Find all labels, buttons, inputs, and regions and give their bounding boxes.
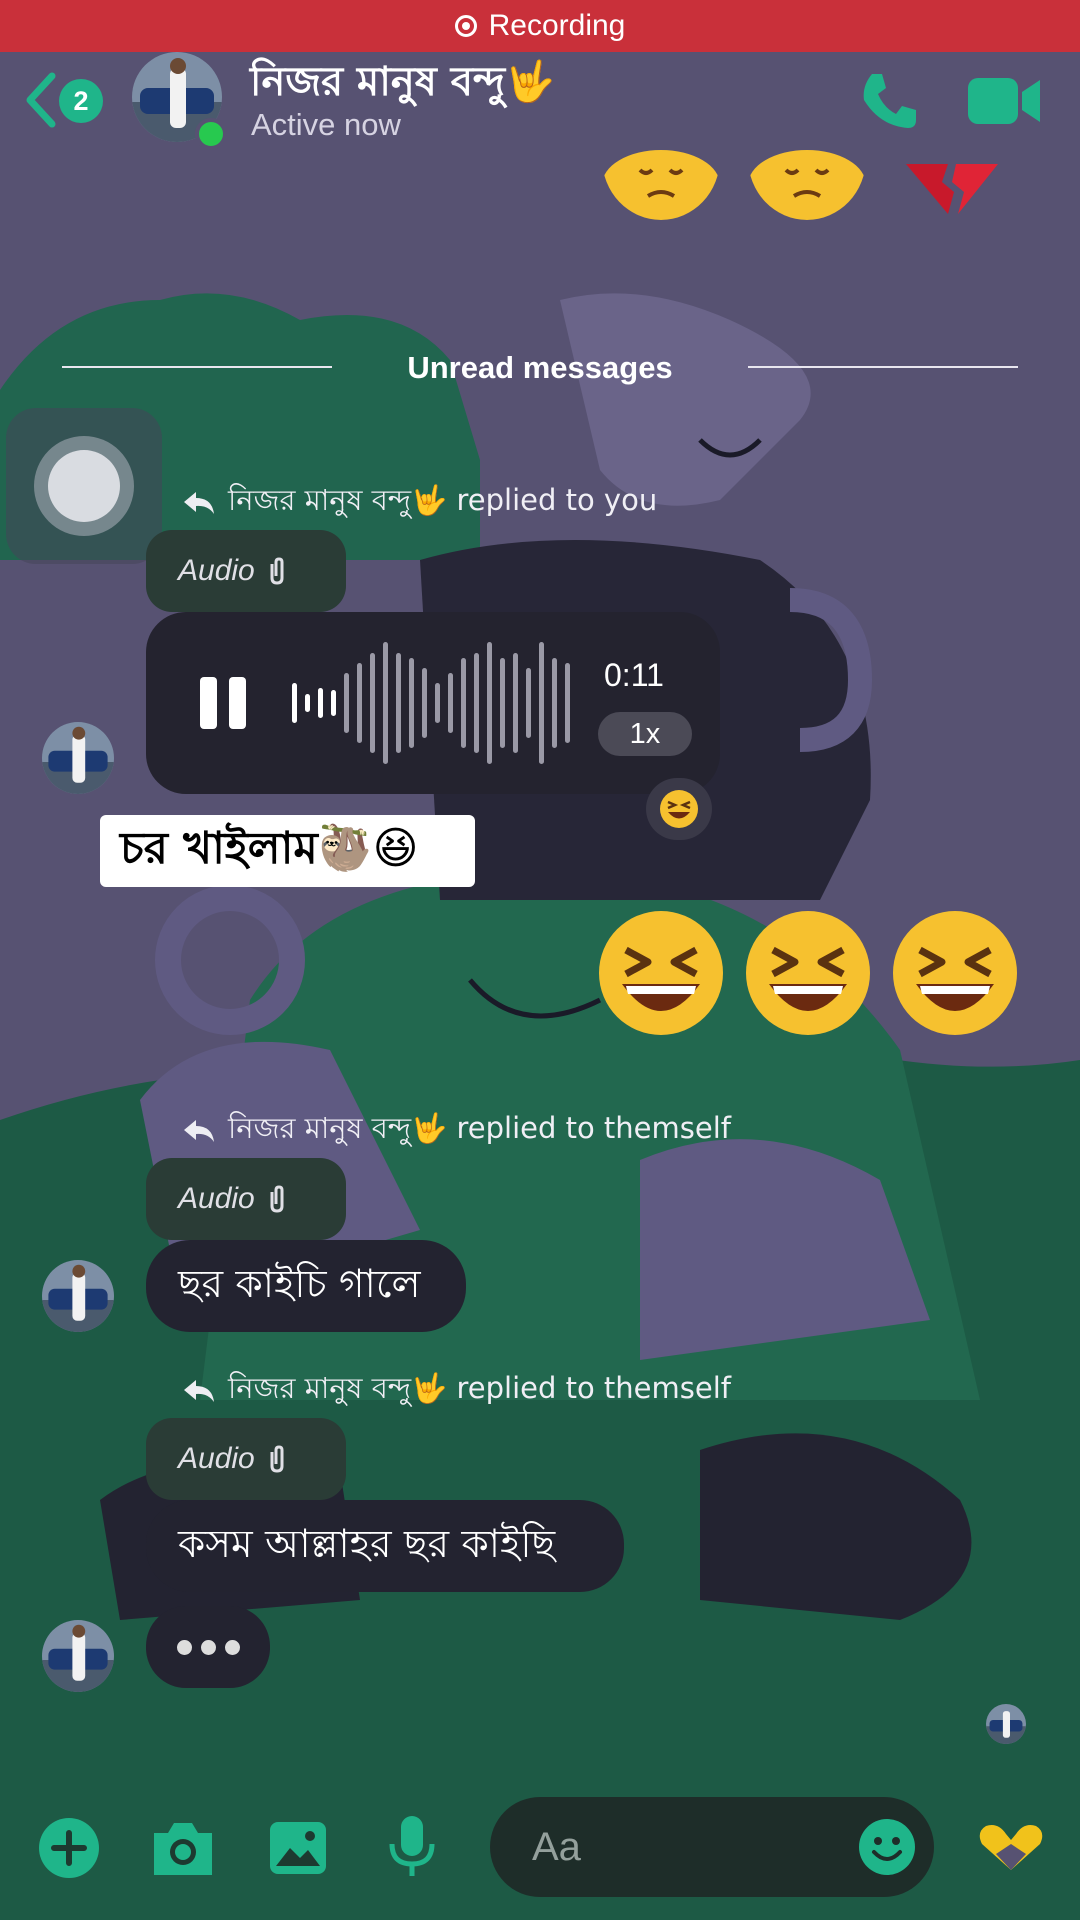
- typing-indicator: [146, 1606, 270, 1688]
- waveform-bar: [500, 658, 505, 748]
- waveform-bar: [344, 673, 349, 733]
- sender-avatar[interactable]: [42, 722, 114, 794]
- broken-heart-emoji[interactable]: [902, 160, 1002, 216]
- plus-icon[interactable]: [38, 1817, 100, 1879]
- laughing-emoji: [746, 911, 870, 1035]
- reply-context-text: নিজর মানুষ বন্দু🤟 replied to themself: [228, 1111, 731, 1145]
- playback-speed-button[interactable]: 1x: [598, 712, 692, 756]
- waveform-bar: [422, 668, 427, 738]
- message-text-field[interactable]: [530, 1823, 834, 1871]
- waveform-bar: [370, 653, 375, 753]
- waveform-bar: [383, 642, 388, 764]
- phone-icon[interactable]: [858, 70, 920, 132]
- chat-header: 2 নিজর মানুষ বন্দু🤟 Active now: [0, 52, 1080, 167]
- waveform-bar: [565, 663, 570, 743]
- waveform-bar: [396, 653, 401, 753]
- audio-label: Audio: [178, 554, 255, 587]
- pause-button[interactable]: [200, 677, 246, 729]
- reply-arrow-icon: [184, 1119, 214, 1142]
- paperclip-icon: [270, 557, 284, 585]
- waveform-bar: [357, 663, 362, 743]
- voice-duration: 0:11: [604, 657, 664, 693]
- waveform-bar: [552, 658, 557, 748]
- unread-count-badge[interactable]: 2: [59, 79, 103, 123]
- online-status-dot: [195, 118, 227, 150]
- reply-arrow-icon: [184, 491, 214, 514]
- recording-label: Recording: [488, 9, 626, 42]
- caption-overlay: চর খাইলাম🦥😆: [100, 815, 475, 887]
- sender-avatar[interactable]: [42, 1620, 114, 1692]
- replied-audio-preview[interactable]: Audio: [146, 530, 346, 612]
- paperclip-icon: [270, 1445, 284, 1473]
- avatar-photo: [42, 722, 114, 794]
- smiley-icon[interactable]: [858, 1818, 916, 1876]
- assistive-touch-button[interactable]: [6, 408, 162, 564]
- video-camera-icon[interactable]: [968, 74, 1042, 128]
- contact-status: Active now: [251, 107, 401, 142]
- audio-label: Audio: [178, 1442, 255, 1475]
- waveform-bar: [526, 668, 531, 738]
- waveform-bar: [292, 683, 297, 723]
- sender-avatar[interactable]: [42, 1260, 114, 1332]
- message-input[interactable]: [490, 1797, 934, 1897]
- reply-context-header: নিজর মানুষ বন্দু🤟 replied to themself: [182, 1366, 731, 1415]
- seen-receipt-avatar: [986, 1704, 1026, 1744]
- unread-messages-divider: Unread messages: [407, 350, 673, 385]
- waveform-bar: [513, 653, 518, 753]
- reply-context-text: নিজর মানুষ বন্দু🤟 replied to themself: [228, 1371, 731, 1405]
- message-reaction[interactable]: [646, 778, 712, 840]
- waveform-bar: [318, 688, 323, 718]
- waveform-bar: [305, 694, 310, 712]
- avatar-photo: [42, 1620, 114, 1692]
- record-icon: [454, 15, 477, 37]
- laughing-emoji: [893, 911, 1017, 1035]
- avatar-photo: [986, 1704, 1026, 1744]
- laughing-emoji: [660, 790, 698, 828]
- microphone-icon[interactable]: [388, 1814, 436, 1880]
- waveform-bar: [539, 642, 544, 764]
- waveform-bar: [461, 658, 466, 748]
- laughing-emoji: [599, 911, 723, 1035]
- waveform-bar: [474, 653, 479, 753]
- reply-context-text: নিজর মানুষ বন্দু🤟 replied to you: [228, 483, 658, 517]
- image-icon[interactable]: [268, 1820, 328, 1876]
- screen-recording-indicator[interactable]: Recording: [0, 0, 1080, 52]
- replied-audio-preview[interactable]: Audio: [146, 1418, 346, 1500]
- message-bubble[interactable]: কসম আল্লাহর ছর কাইছি: [146, 1500, 624, 1592]
- paperclip-icon: [270, 1185, 284, 1213]
- camera-icon[interactable]: [150, 1819, 216, 1877]
- waveform-bar: [331, 690, 336, 716]
- message-bubble[interactable]: ছর কাইচি গালে: [146, 1240, 466, 1332]
- waveform-bar: [448, 673, 453, 733]
- audio-waveform[interactable]: [288, 640, 578, 766]
- waveform-bar: [487, 642, 492, 764]
- reply-context-header: নিজর মানুষ বন্দু🤟 replied to themself: [182, 1106, 731, 1155]
- heart-hands-icon[interactable]: [976, 1822, 1046, 1874]
- avatar-photo: [42, 1260, 114, 1332]
- reply-arrow-icon: [184, 1379, 214, 1402]
- waveform-bar: [435, 683, 440, 723]
- replied-audio-preview[interactable]: Audio: [146, 1158, 346, 1240]
- reply-context-header: নিজর মানুষ বন্দু🤟 replied to you: [182, 478, 657, 527]
- audio-label: Audio: [178, 1182, 255, 1215]
- waveform-bar: [409, 658, 414, 748]
